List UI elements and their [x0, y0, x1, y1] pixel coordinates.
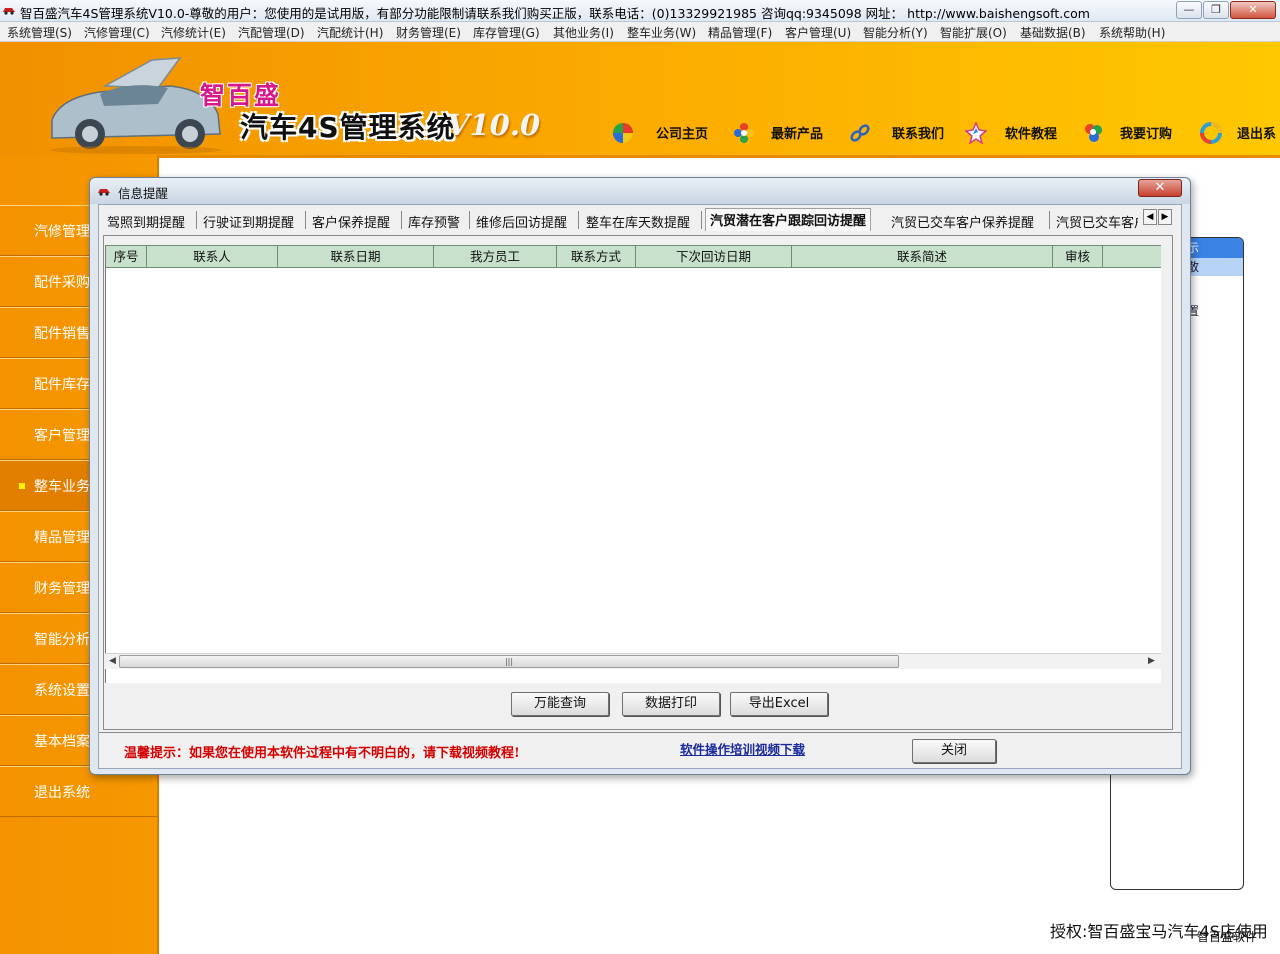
close-window-button[interactable]: ✕ — [1230, 1, 1276, 19]
star-icon[interactable] — [965, 122, 987, 144]
tab-separator — [401, 211, 402, 229]
car-app-icon — [3, 8, 15, 15]
menu-finance[interactable]: 财务管理(E) — [396, 24, 461, 41]
menu-repair-stats[interactable]: 汽修统计(E) — [161, 24, 226, 41]
menu-analysis[interactable]: 智能分析(Y) — [863, 24, 928, 41]
tab-vehicle-stock-days[interactable]: 整车在库天数提醒 — [586, 209, 690, 231]
tab-prospect-followup[interactable]: 汽贸潜在客户跟踪回访提醒 — [705, 208, 872, 231]
divider — [99, 732, 1181, 733]
logo-version: V10.0 — [447, 108, 541, 142]
car-logo-image — [50, 57, 222, 154]
column-header-contact-date[interactable]: 联系日期 — [278, 245, 434, 268]
exit-ring-icon[interactable] — [1200, 122, 1222, 144]
column-header-extra[interactable] — [1103, 245, 1161, 268]
column-header-contact-method[interactable]: 联系方式 — [557, 245, 636, 268]
tab-scroll-left-icon[interactable]: ◀ — [1143, 209, 1157, 225]
universal-query-button[interactable]: 万能查询 — [511, 692, 609, 716]
tab-registration-expiry[interactable]: 行驶证到期提醒 — [203, 209, 294, 231]
tab-separator — [305, 211, 306, 229]
window-titlebar: 智百盛汽车4S管理系统V10.0-尊敬的用户：您使用的是试用版，有部分功能限制请… — [0, 0, 1280, 22]
close-button[interactable]: 关闭 — [912, 739, 996, 763]
tab-separator — [578, 211, 579, 229]
sidebar-item-label: 精品管理 — [34, 530, 90, 546]
tab-delivered-customer[interactable]: 汽贸已交车客户 — [1056, 209, 1138, 231]
sidebar-item-label: 配件采购 — [34, 275, 90, 291]
nav-latest-products[interactable]: 最新产品 — [771, 123, 823, 142]
tab-delivered-maintenance[interactable]: 汽贸已交车客户保养提醒 — [891, 209, 1034, 231]
menu-boutique[interactable]: 精品管理(F) — [708, 24, 772, 41]
video-download-link[interactable]: 软件操作培训视频下载 — [680, 739, 805, 758]
column-header-staff[interactable]: 我方员工 — [434, 245, 557, 268]
maximize-button[interactable]: ❐ — [1203, 1, 1229, 19]
dialog-title: 信息提醒 — [118, 186, 169, 201]
dialog-close-icon[interactable]: ✕ — [1138, 179, 1182, 197]
tip-text: 温馨提示：如果您在使用本软件过程中有不明白的，请下载视频教程! — [124, 746, 520, 761]
scroll-left-icon[interactable]: ◀ — [109, 656, 116, 666]
column-header-contact-person[interactable]: 联系人 — [147, 245, 278, 268]
menu-parts-stats[interactable]: 汽配统计(H) — [317, 24, 383, 41]
sidebar-item-label: 客户管理 — [34, 428, 90, 444]
tab-repair-followup[interactable]: 维修后回访提醒 — [476, 209, 567, 231]
menu-repair[interactable]: 汽修管理(C) — [84, 24, 150, 41]
tab-separator — [1049, 211, 1050, 229]
scroll-right-icon[interactable]: ▶ — [1148, 656, 1155, 666]
column-header-contact-summary[interactable]: 联系简述 — [792, 245, 1053, 268]
column-header-next-visit-date[interactable]: 下次回访日期 — [636, 245, 792, 268]
horizontal-scrollbar[interactable]: ◀ ||| ▶ — [105, 653, 1161, 669]
menu-help[interactable]: 系统帮助(H) — [1099, 24, 1165, 41]
tab-separator — [701, 211, 702, 229]
menu-other[interactable]: 其他业务(I) — [553, 24, 614, 41]
nav-order[interactable]: 我要订购 — [1120, 123, 1172, 142]
tab-separator — [469, 211, 470, 229]
sidebar-item-label: 智能分析 — [34, 632, 90, 648]
sidebar-item-label: 整车业务 — [34, 479, 90, 495]
nav-exit[interactable]: 退出系 — [1237, 123, 1276, 142]
company-name: 智百盛软件 — [1197, 930, 1258, 944]
tab-separator — [196, 211, 197, 229]
sidebar-item-label: 退出系统 — [34, 785, 90, 801]
data-grid[interactable]: 序号 联系人 联系日期 我方员工 联系方式 下次回访日期 联系简述 审核 — [105, 245, 1161, 683]
menu-bar: 系统管理(S) 汽修管理(C) 汽修统计(E) 汽配管理(D) 汽配统计(H) … — [0, 22, 1280, 42]
data-grid-frame: 序号 联系人 联系日期 我方员工 联系方式 下次回访日期 联系简述 审核 ◀ |… — [103, 235, 1173, 730]
tab-scroll-right-icon[interactable]: ▶ — [1158, 209, 1172, 225]
sidebar-item-label: 配件库存 — [34, 377, 90, 393]
active-bullet-icon — [19, 483, 25, 489]
colorful-petals-icon[interactable] — [1082, 122, 1104, 144]
tab-customer-maintenance[interactable]: 客户保养提醒 — [312, 209, 390, 231]
menu-parts[interactable]: 汽配管理(D) — [238, 24, 305, 41]
menu-system[interactable]: 系统管理(S) — [7, 24, 72, 41]
window-title: 智百盛汽车4S管理系统V10.0-尊敬的用户：您使用的是试用版，有部分功能限制请… — [20, 6, 1090, 21]
minimize-button[interactable]: — — [1176, 1, 1202, 19]
scrollbar-thumb[interactable]: ||| — [119, 655, 899, 668]
flower-icon[interactable] — [733, 122, 755, 144]
print-data-button[interactable]: 数据打印 — [622, 692, 720, 716]
menu-customer[interactable]: 客户管理(U) — [785, 24, 851, 41]
dialog-titlebar — [90, 178, 1190, 204]
sidebar-item-label: 配件销售 — [34, 326, 90, 342]
column-header-index[interactable]: 序号 — [106, 245, 147, 268]
nav-software-tutorial[interactable]: 软件教程 — [1005, 123, 1057, 142]
menu-basic-data[interactable]: 基础数据(B) — [1020, 24, 1086, 41]
sidebar-item-label: 基本档案 — [34, 734, 90, 750]
menu-extension[interactable]: 智能扩展(O) — [940, 24, 1007, 41]
sidebar-item-label: 系统设置 — [34, 683, 90, 699]
nav-company-home[interactable]: 公司主页 — [656, 123, 708, 142]
dialog-body: 驾照到期提醒 行驶证到期提醒 客户保养提醒 库存预警 维修后回访提醒 整车在库天… — [98, 204, 1182, 769]
link-chain-icon[interactable] — [849, 122, 871, 144]
nav-contact-us[interactable]: 联系我们 — [892, 123, 944, 142]
pinwheel-icon[interactable] — [612, 122, 634, 144]
logo-system-name: 汽车4S管理系统 — [240, 111, 456, 144]
menu-vehicle[interactable]: 整车业务(W) — [627, 24, 696, 41]
sidebar-item-label: 财务管理 — [34, 581, 90, 597]
sidebar-item-label: 汽修管理 — [34, 224, 90, 240]
tab-inventory-warning[interactable]: 库存预警 — [408, 209, 460, 231]
tab-license-expiry[interactable]: 驾照到期提醒 — [107, 209, 185, 231]
car-app-icon — [98, 189, 110, 196]
export-excel-button[interactable]: 导出Excel — [730, 692, 828, 716]
info-reminder-dialog: 信息提醒 ✕ 驾照到期提醒 行驶证到期提醒 客户保养提醒 库存预警 维修后回访提… — [89, 177, 1191, 775]
column-header-review[interactable]: 审核 — [1053, 245, 1103, 268]
menu-inventory[interactable]: 库存管理(G) — [473, 24, 540, 41]
